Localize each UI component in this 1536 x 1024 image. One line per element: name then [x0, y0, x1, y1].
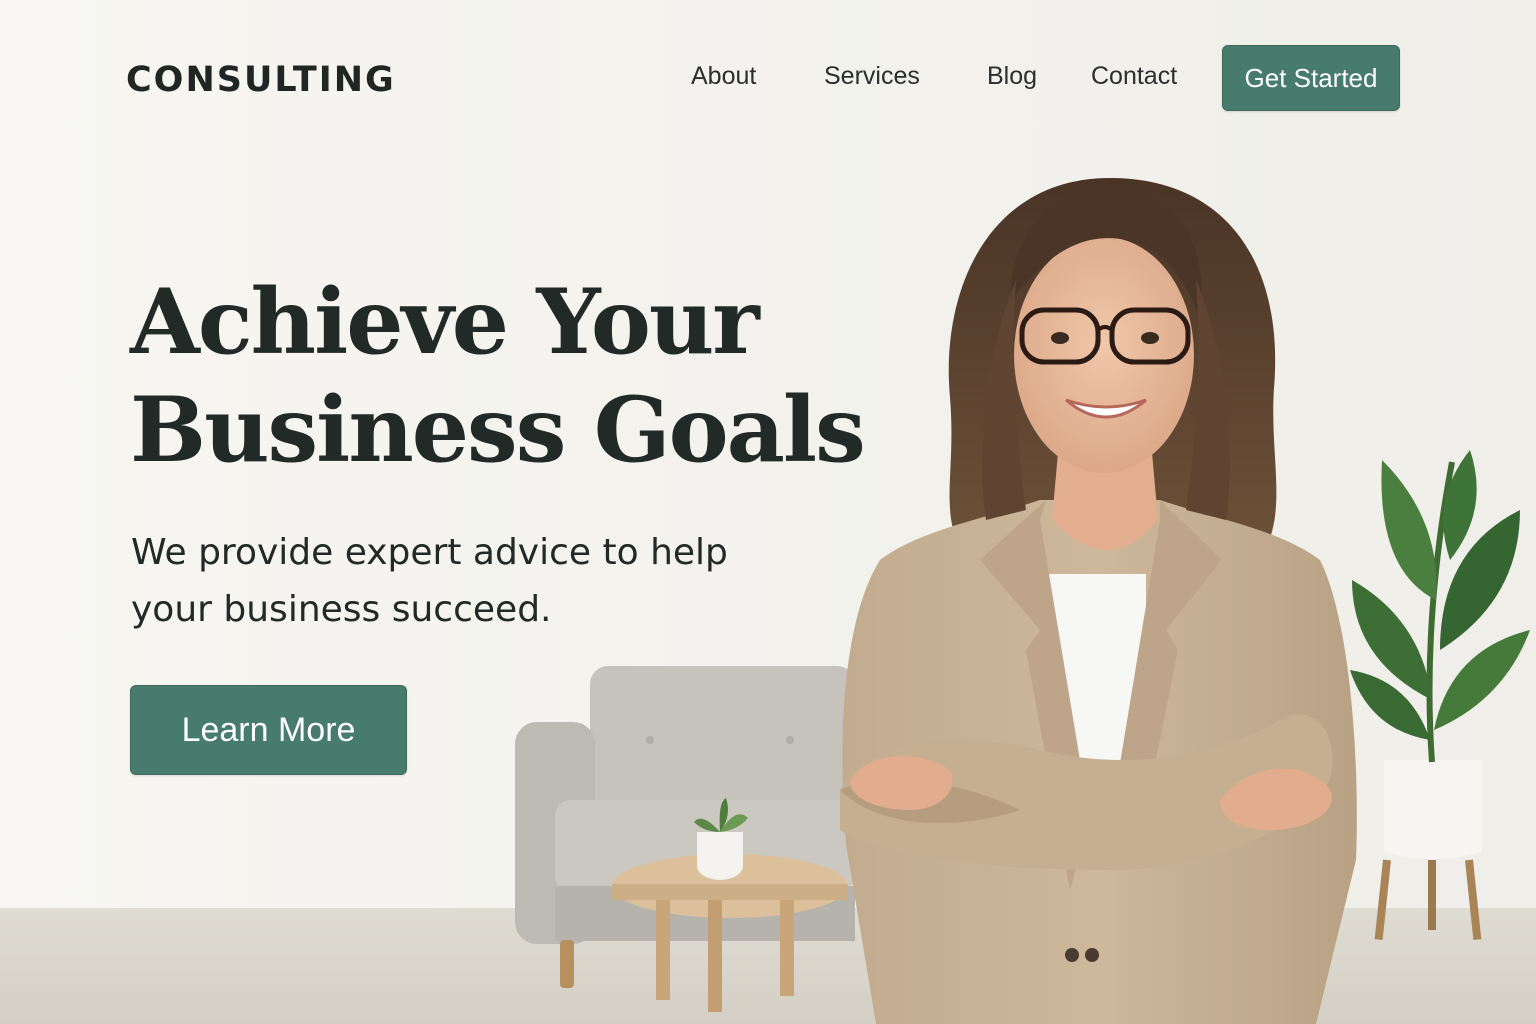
nav-link-blog[interactable]: Blog — [987, 62, 1037, 91]
hero-subtitle-line: your business succeed. — [131, 589, 552, 630]
brand-logo[interactable]: CONSULTING — [126, 60, 396, 100]
learn-more-button[interactable]: Learn More — [130, 685, 407, 775]
nav-link-contact[interactable]: Contact — [1091, 62, 1177, 91]
top-navbar: CONSULTING About Services Blog Contact G… — [0, 0, 1536, 160]
nav-link-services[interactable]: Services — [824, 62, 920, 91]
hero-title-line: Achieve Your — [130, 269, 760, 375]
hero-subtitle: We provide expert advice to help your bu… — [131, 524, 771, 638]
get-started-button[interactable]: Get Started — [1222, 45, 1400, 111]
hero-subtitle-line: We provide expert advice to help — [131, 532, 728, 573]
hero-title-line: Business Goals — [130, 377, 866, 483]
hero-title: Achieve Your Business Goals — [130, 268, 890, 484]
nav-link-about[interactable]: About — [691, 62, 756, 91]
